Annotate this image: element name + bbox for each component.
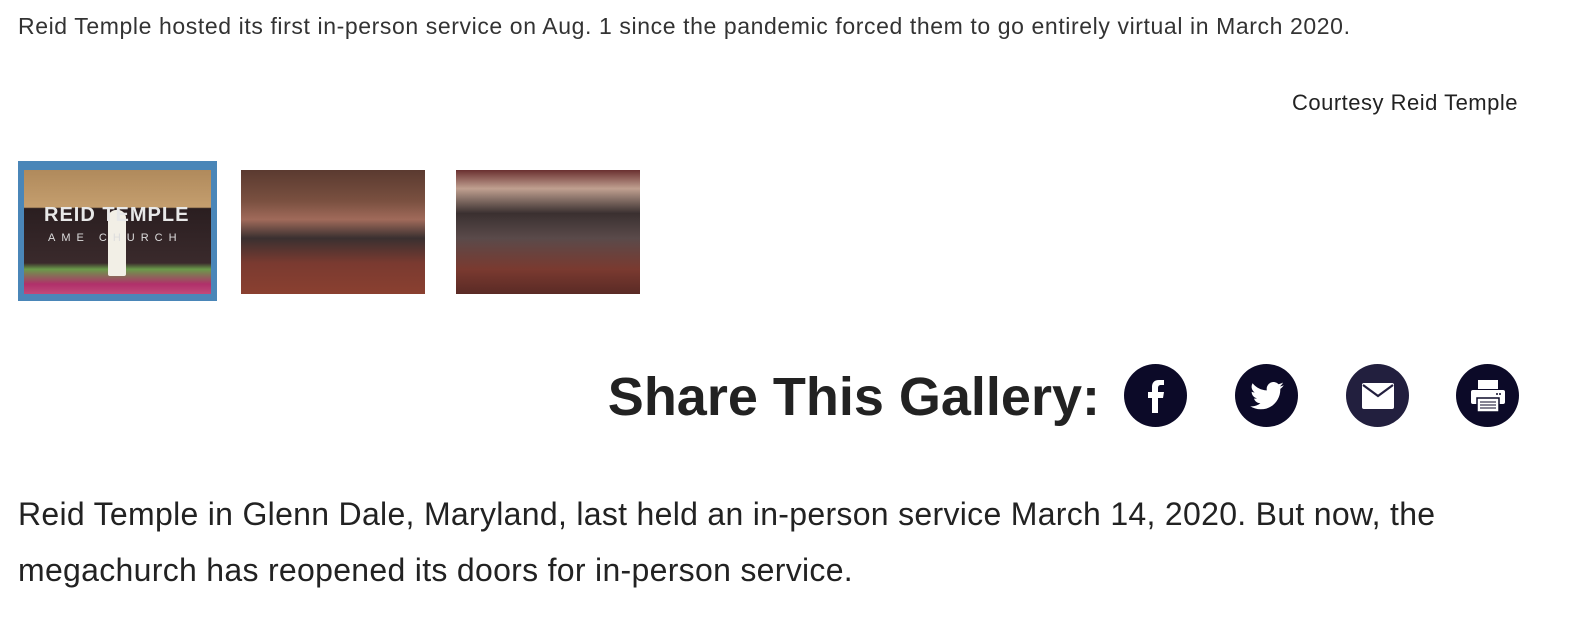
article-paragraph: Reid Temple in Glenn Dale, Maryland, las… bbox=[18, 496, 1436, 588]
gallery-thumbnail-1[interactable]: REID TEMPLE AME CHURCH bbox=[18, 161, 217, 301]
email-icon bbox=[1361, 382, 1394, 409]
facebook-icon bbox=[1147, 379, 1164, 413]
thumbnail-logo-subtext: AME CHURCH bbox=[48, 232, 183, 244]
facebook-share-button[interactable] bbox=[1124, 364, 1187, 427]
gallery-thumbnail-2[interactable] bbox=[241, 170, 425, 294]
email-share-button[interactable] bbox=[1346, 364, 1409, 427]
share-title: Share This Gallery: bbox=[607, 367, 1100, 427]
share-bar: Share This Gallery: bbox=[0, 360, 1520, 430]
print-button[interactable] bbox=[1456, 364, 1519, 427]
print-icon bbox=[1470, 379, 1505, 412]
photo-caption: Reid Temple hosted its first in-person s… bbox=[18, 13, 1351, 39]
thumbnail-logo-text: REID TEMPLE bbox=[44, 204, 190, 226]
twitter-share-button[interactable] bbox=[1235, 364, 1298, 427]
photo-credit: Courtesy Reid Temple bbox=[1291, 90, 1518, 115]
twitter-icon bbox=[1249, 381, 1284, 409]
gallery-thumbnail-3[interactable] bbox=[456, 170, 640, 294]
